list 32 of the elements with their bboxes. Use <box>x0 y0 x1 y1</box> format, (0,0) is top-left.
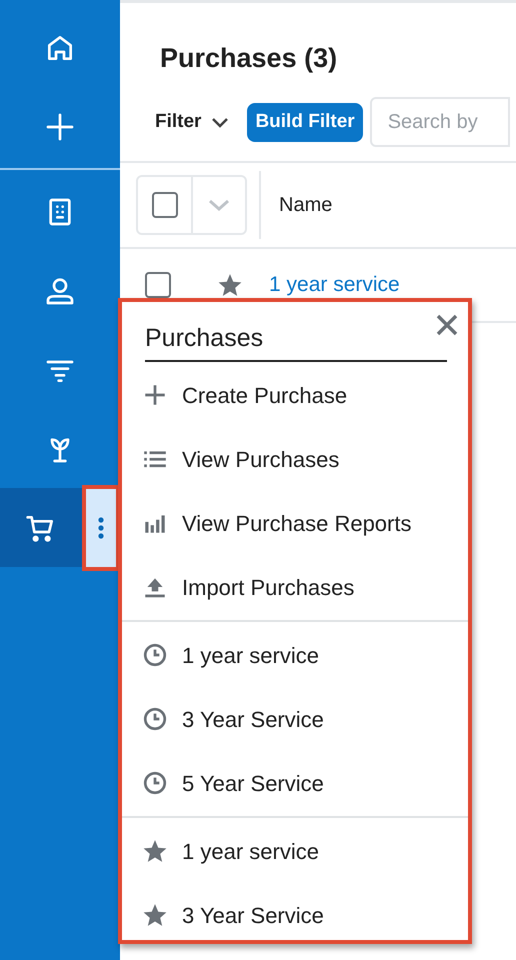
page-title: Purchases (3) <box>160 42 338 75</box>
select-all-control[interactable] <box>136 175 247 235</box>
menu-item[interactable]: 1 year service <box>122 819 468 883</box>
star-icon <box>142 838 168 864</box>
filter-dropdown[interactable]: Filter <box>155 108 230 136</box>
menu-item[interactable]: View Purchase Reports <box>122 491 468 555</box>
plus-icon <box>44 110 76 142</box>
search-field[interactable]: Search by <box>370 97 510 147</box>
menu-item[interactable]: 3 Year Service <box>122 883 468 947</box>
menu-item[interactable]: 5 Year Service <box>122 751 468 815</box>
kebab-icon <box>98 516 104 540</box>
menu-title: Purchases <box>145 322 447 362</box>
clock-icon <box>142 706 168 732</box>
clock-icon <box>142 642 168 668</box>
column-header: Name <box>279 193 332 218</box>
menu-item[interactable]: 3 Year Service <box>122 687 468 751</box>
menu-item[interactable]: Import Purchases <box>122 555 468 619</box>
star-icon[interactable] <box>217 272 243 298</box>
close-icon <box>436 314 458 336</box>
nav-item[interactable] <box>0 488 82 567</box>
clock-icon <box>142 770 168 796</box>
more-button[interactable] <box>82 484 120 570</box>
chevron-down-icon <box>208 199 230 211</box>
menu-item[interactable]: View Purchases <box>122 427 468 491</box>
menu-item[interactable]: 1 year service <box>122 623 468 687</box>
star-icon <box>142 902 168 928</box>
checkbox[interactable] <box>152 192 178 218</box>
record-link[interactable]: 1 year service <box>269 269 400 301</box>
menu-item[interactable]: Create Purchase <box>122 363 468 427</box>
close-button[interactable] <box>434 312 460 338</box>
chevron-down-icon <box>211 116 230 128</box>
build-filter-button[interactable]: Build Filter <box>247 102 363 142</box>
